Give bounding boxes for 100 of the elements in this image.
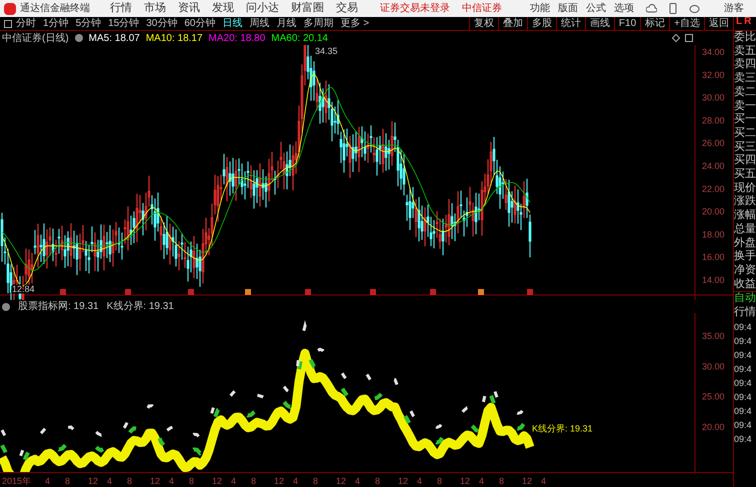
trade-time: 09:4 xyxy=(734,320,753,334)
toolbar-button[interactable]: 复权 xyxy=(468,17,498,30)
quote-label: 卖五 xyxy=(734,44,756,58)
period-tab[interactable]: 5分钟 xyxy=(76,16,102,31)
date-axis-label: 2015年 xyxy=(2,476,32,486)
trade-time: 09:4 xyxy=(734,418,753,432)
event-mark-icon[interactable] xyxy=(125,289,131,295)
period-tab[interactable]: 日线 xyxy=(222,16,242,31)
date-axis-label: 4 xyxy=(45,476,50,486)
toolbar-button[interactable]: 叠加 xyxy=(498,17,527,30)
toolbar-button[interactable]: 标记 xyxy=(640,17,670,30)
menu-item[interactable]: 交易 xyxy=(336,0,358,17)
settings-icon[interactable] xyxy=(74,34,83,42)
price-axis-label: 28.00 xyxy=(702,115,725,126)
date-axis-label: 4 xyxy=(169,476,174,486)
date-axis-label: 4 xyxy=(293,476,298,486)
date-axis-label: 8 xyxy=(189,476,194,486)
period-tab[interactable]: 月线 xyxy=(276,16,296,31)
menu-item[interactable]: 问小达 xyxy=(246,0,279,17)
quote-label: 现价 xyxy=(734,182,756,195)
indicator-name: 股票指标网: 19.31 xyxy=(18,300,99,314)
trade-time: 09:4 xyxy=(734,390,753,404)
phone-icon[interactable] xyxy=(669,3,677,14)
toolbar-button[interactable]: 返回 xyxy=(704,17,733,30)
event-mark-icon[interactable] xyxy=(305,289,311,295)
date-axis-label: 12 xyxy=(150,476,160,486)
toolbar-button[interactable]: +自选 xyxy=(669,17,704,30)
quote-label: 净资 xyxy=(734,264,756,278)
toolbar-button[interactable]: F10 xyxy=(614,17,640,30)
indicator-value: K线分界: 19.31 xyxy=(106,300,174,314)
menu-item[interactable]: 财富圈 xyxy=(291,0,324,17)
high-price-label: 34.35 xyxy=(315,46,338,56)
date-axis-label: 12 xyxy=(274,476,284,486)
auto-label[interactable]: 自动 xyxy=(734,291,756,306)
quote-tab[interactable]: 行情 xyxy=(734,306,756,320)
quote-label: 换手 xyxy=(734,250,756,264)
chat-icon[interactable] xyxy=(689,4,700,14)
event-mark-icon[interactable] xyxy=(60,289,66,295)
app-logo-icon xyxy=(4,2,16,14)
trade-time: 09:4 xyxy=(734,404,753,418)
quote-label: 买三 xyxy=(734,140,756,154)
date-axis-label: 4 xyxy=(541,476,546,486)
ma-value: MA20: 18.80 xyxy=(208,32,266,46)
menu-item[interactable]: 市场 xyxy=(144,0,166,17)
menu-item[interactable]: 资讯 xyxy=(178,0,200,17)
price-axis-label: 32.00 xyxy=(702,70,725,80)
period-tab[interactable]: 更多 > xyxy=(340,16,370,31)
date-axis-label: 8 xyxy=(127,476,132,486)
period-tab[interactable]: 分时 xyxy=(16,16,36,31)
event-mark-icon[interactable] xyxy=(245,289,251,295)
broker-name[interactable]: 中信证券 xyxy=(462,1,502,16)
indicator-line-label: K线分界: 19.31 xyxy=(532,423,593,434)
date-axis-label: 12 xyxy=(398,476,408,486)
date-axis-label: 12 xyxy=(212,476,222,486)
toolbar-button[interactable]: 多股 xyxy=(526,17,556,30)
date-axis-label: 8 xyxy=(313,476,318,486)
price-axis-label: 14.00 xyxy=(702,275,725,285)
toolbar-button[interactable]: 画线 xyxy=(584,17,614,30)
menu-item[interactable]: 版面 xyxy=(558,1,578,16)
period-tab[interactable]: 周线 xyxy=(250,16,270,31)
indicator-axis-label: 25.00 xyxy=(702,392,725,402)
menu-item[interactable]: 发现 xyxy=(212,0,234,17)
trade-time: 09:4 xyxy=(734,376,753,390)
event-mark-icon[interactable] xyxy=(188,289,194,295)
menu-item[interactable]: 行情 xyxy=(110,0,132,17)
login-status[interactable]: 证券交易未登录 xyxy=(380,1,450,16)
side-tab[interactable]: R xyxy=(744,17,752,30)
app-name: 通达信金融终端 xyxy=(20,2,90,16)
period-tab[interactable]: 15分钟 xyxy=(108,16,140,31)
side-tab[interactable]: L xyxy=(736,17,742,30)
quote-label: 外盘 xyxy=(734,236,756,250)
event-mark-icon[interactable] xyxy=(478,289,484,295)
event-mark-icon[interactable] xyxy=(430,289,436,295)
menu-item[interactable]: 公式 xyxy=(586,1,606,16)
user-name[interactable]: 游客 xyxy=(724,1,744,16)
event-mark-icon[interactable] xyxy=(527,289,533,295)
period-tab[interactable]: 1分钟 xyxy=(43,16,69,31)
cloud-icon[interactable] xyxy=(646,4,657,14)
ma-value: MA10: 18.17 xyxy=(146,32,203,46)
panel-icon[interactable] xyxy=(685,34,693,42)
event-mark-icon[interactable] xyxy=(370,289,376,295)
price-axis-label: 26.00 xyxy=(702,138,725,148)
price-axis-label: 30.00 xyxy=(702,92,725,103)
toolbar-button[interactable]: 统计 xyxy=(556,17,585,30)
trade-time: 09:4 xyxy=(734,362,753,376)
quote-label: 买四 xyxy=(734,154,756,168)
quote-label: 涨幅 xyxy=(734,209,756,223)
stock-title: 中信证券(日线) xyxy=(2,32,69,46)
indicator-icon[interactable] xyxy=(2,302,10,310)
panel-toggle-icon[interactable] xyxy=(4,20,12,28)
period-tab[interactable]: 60分钟 xyxy=(184,16,216,31)
period-tab[interactable]: 30分钟 xyxy=(146,16,178,31)
quote-label: 总量 xyxy=(734,222,756,237)
indicator-axis-label: 20.00 xyxy=(702,422,725,432)
price-axis-label: 34.00 xyxy=(702,47,725,57)
menu-item[interactable]: 选项 xyxy=(614,1,634,16)
date-axis-label: 4 xyxy=(479,476,484,486)
menu-item[interactable]: 功能 xyxy=(530,1,550,16)
indicator-axis-label: 35.00 xyxy=(702,331,725,341)
period-tab[interactable]: 多周期 xyxy=(304,16,334,31)
